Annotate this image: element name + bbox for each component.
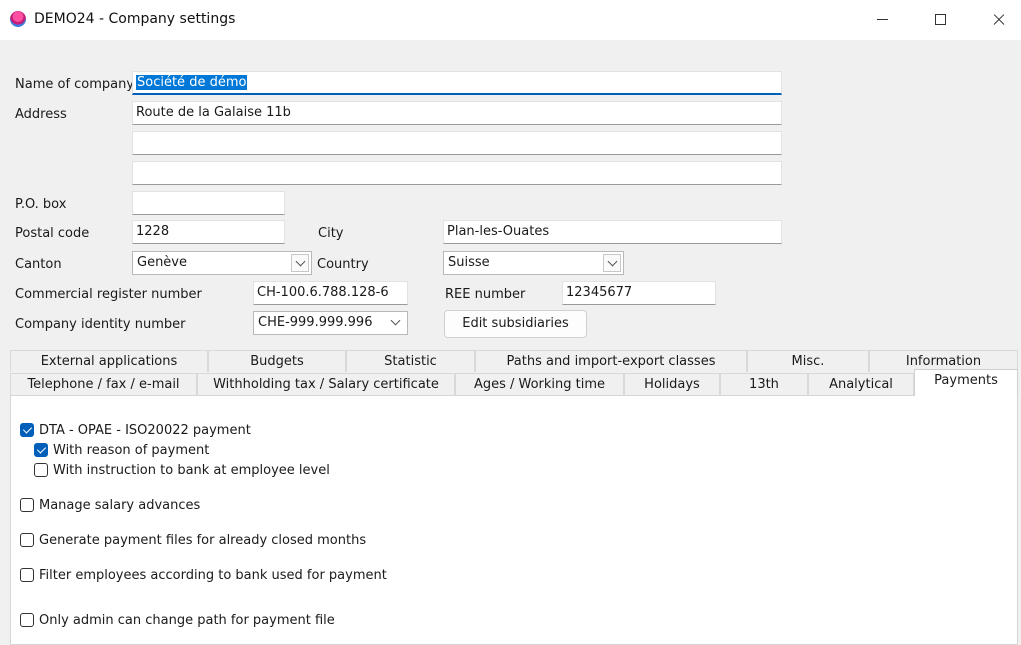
- pobox-field[interactable]: [132, 191, 285, 215]
- tab-ages-working-time[interactable]: Ages / Working time: [455, 373, 624, 395]
- checkbox-label: Manage salary advances: [39, 497, 201, 513]
- chevron-down-icon[interactable]: [603, 254, 621, 272]
- tab-payments[interactable]: Payments: [914, 369, 1018, 396]
- tab-statistic[interactable]: Statistic: [346, 350, 475, 372]
- edit-subsidiaries-button[interactable]: Edit subsidiaries: [444, 310, 587, 338]
- city-label: City: [318, 226, 344, 241]
- checkbox-reason-of-payment[interactable]: With reason of payment: [34, 441, 209, 459]
- checkbox-icon[interactable]: [20, 568, 34, 582]
- company-identity-label: Company identity number: [15, 317, 186, 332]
- canton-label: Canton: [15, 257, 62, 272]
- commercial-register-field[interactable]: CH-100.6.788.128-6: [253, 281, 408, 305]
- app-logo-icon: [10, 11, 26, 27]
- tab-analytical[interactable]: Analytical: [808, 373, 914, 395]
- country-select[interactable]: Suisse: [443, 251, 624, 275]
- checkbox-label: Filter employees according to bank used …: [39, 567, 387, 583]
- minimize-icon[interactable]: [854, 0, 912, 40]
- commercial-register-label: Commercial register number: [15, 287, 202, 302]
- checkbox-label: With reason of payment: [53, 442, 210, 458]
- checkbox-closed-months[interactable]: Generate payment files for already close…: [20, 531, 366, 549]
- postal-code-field[interactable]: 1228: [132, 220, 285, 244]
- country-label: Country: [317, 257, 369, 272]
- ree-number-label: REE number: [445, 287, 526, 302]
- company-name-label: Name of company: [15, 77, 135, 92]
- checkbox-checked-icon[interactable]: [20, 423, 34, 437]
- checkbox-checked-icon[interactable]: [34, 443, 48, 457]
- address-line2-field[interactable]: [132, 131, 782, 155]
- checkbox-icon[interactable]: [20, 613, 34, 627]
- close-icon[interactable]: [970, 0, 1021, 40]
- checkbox-label: DTA - OPAE - ISO20022 payment: [39, 422, 251, 438]
- tab-13th[interactable]: 13th: [720, 373, 808, 395]
- checkbox-admin-path[interactable]: Only admin can change path for payment f…: [20, 611, 335, 629]
- tab-external-applications[interactable]: External applications: [10, 350, 208, 372]
- checkbox-salary-advances[interactable]: Manage salary advances: [20, 496, 200, 514]
- tab-telephone-fax-email[interactable]: Telephone / fax / e-mail: [10, 373, 197, 395]
- checkbox-label: Only admin can change path for payment f…: [39, 612, 335, 628]
- chevron-down-icon[interactable]: [387, 314, 405, 332]
- title-bar: DEMO24 - Company settings: [0, 0, 1021, 40]
- tab-withholding-tax[interactable]: Withholding tax / Salary certificate: [197, 373, 455, 395]
- company-identity-select[interactable]: CHE-999.999.996: [253, 311, 408, 335]
- checkbox-instruction-to-bank[interactable]: With instruction to bank at employee lev…: [34, 461, 330, 479]
- checkbox-dta-payment[interactable]: DTA - OPAE - ISO20022 payment: [20, 421, 251, 439]
- ree-number-field[interactable]: 12345677: [562, 281, 716, 305]
- tab-budgets[interactable]: Budgets: [208, 350, 346, 372]
- checkbox-filter-by-bank[interactable]: Filter employees according to bank used …: [20, 566, 387, 584]
- pobox-label: P.O. box: [15, 197, 67, 212]
- checkbox-icon[interactable]: [20, 498, 34, 512]
- postal-code-label: Postal code: [15, 226, 90, 241]
- checkbox-label: Generate payment files for already close…: [39, 532, 367, 548]
- tab-holidays[interactable]: Holidays: [624, 373, 720, 395]
- maximize-icon[interactable]: [912, 0, 970, 40]
- company-name-field[interactable]: Société de démo: [132, 71, 782, 95]
- checkbox-icon[interactable]: [34, 463, 48, 477]
- address-line3-field[interactable]: [132, 161, 782, 185]
- address-label: Address: [15, 107, 67, 122]
- canton-select[interactable]: Genève: [132, 251, 312, 275]
- tab-paths-import-export[interactable]: Paths and import-export classes: [475, 350, 747, 372]
- checkbox-icon[interactable]: [20, 533, 34, 547]
- city-field[interactable]: Plan-les-Ouates: [443, 220, 782, 244]
- canton-value: Genève: [137, 255, 188, 270]
- tab-misc[interactable]: Misc.: [747, 350, 869, 372]
- chevron-down-icon[interactable]: [291, 254, 309, 272]
- company-name-value: Société de démo: [136, 75, 248, 90]
- country-value: Suisse: [448, 255, 490, 270]
- checkbox-label: With instruction to bank at employee lev…: [53, 462, 330, 478]
- address-line1-field[interactable]: Route de la Galaise 11b: [132, 101, 782, 125]
- company-identity-value: CHE-999.999.996: [258, 315, 373, 330]
- window-title: DEMO24 - Company settings: [34, 11, 236, 27]
